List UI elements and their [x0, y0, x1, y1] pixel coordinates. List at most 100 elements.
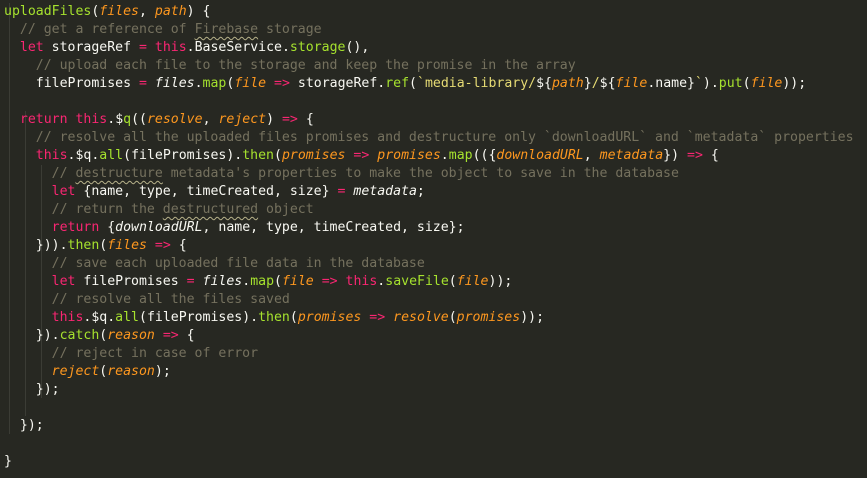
- code-token: {: [702, 148, 719, 163]
- code-token: // return the: [4, 202, 163, 217]
- code-token: })).: [4, 238, 68, 253]
- code-token: this: [154, 40, 187, 55]
- code-token: resolve: [393, 310, 449, 325]
- code-token: all: [115, 310, 139, 325]
- code-editor[interactable]: uploadFiles(files, path) { // get a refe…: [0, 0, 867, 478]
- code-token: files: [99, 4, 139, 19]
- code-token: then: [67, 238, 100, 253]
- code-token: (: [273, 148, 282, 163]
- code-line: reject(reason);: [4, 363, 171, 381]
- code-token: {: [99, 220, 116, 235]
- code-token: metadata: [353, 184, 417, 199]
- code-token: promises: [377, 148, 441, 163]
- code-token: ) {: [186, 4, 211, 19]
- code-token: .: [194, 76, 203, 91]
- code-token: =>: [154, 238, 171, 253]
- code-line: let storageRef = this.BaseService.storag…: [4, 39, 369, 57]
- code-token: {: [297, 112, 314, 127]
- code-line: }).catch(reason => {: [4, 327, 195, 345]
- code-token: return: [19, 112, 68, 127]
- code-token: downloadURL: [115, 220, 203, 235]
- code-line: let filePromises = files.map(file => thi…: [4, 273, 513, 291]
- code-token: (: [742, 76, 751, 91]
- code-token: (: [274, 274, 282, 289]
- code-token: (filePromises).: [123, 148, 243, 163]
- code-token: then: [242, 148, 274, 163]
- code-token: // save each uploaded file data in the d…: [4, 256, 425, 271]
- code-token: .$q.: [83, 310, 116, 325]
- code-token: , name, type, timeCreated, size};: [202, 220, 465, 235]
- code-token: reason: [107, 364, 155, 379]
- code-token: =>: [321, 274, 338, 289]
- code-token: promises: [281, 148, 346, 163]
- code-token: resolve: [146, 112, 203, 127]
- code-token: path: [551, 76, 584, 91]
- code-token: this: [51, 310, 84, 325]
- code-token: storageRef.: [289, 76, 386, 91]
- code-token: (: [409, 76, 417, 91]
- code-line: filePromises = files.map(file => storage…: [4, 75, 806, 93]
- code-token: =>: [369, 310, 386, 325]
- code-line: this.$q.all(filePromises).then(promises …: [4, 309, 544, 327]
- code-token: // get a reference of: [4, 22, 195, 37]
- code-token: ${: [599, 76, 616, 91]
- code-token: files: [154, 76, 195, 91]
- code-token: =>: [281, 112, 298, 127]
- code-line: // upload each file to the storage and k…: [4, 57, 576, 75]
- code-line: // get a reference of Firebase storage: [4, 21, 322, 39]
- code-line: // save each uploaded file data in the d…: [4, 255, 425, 273]
- code-token: .$q.: [67, 148, 100, 163]
- code-token: let: [51, 274, 76, 289]
- code-token: metadata's properties to make the object…: [162, 166, 679, 181]
- code-token: );: [154, 364, 171, 379]
- code-line: // destructure metadata's properties to …: [4, 165, 679, 183]
- code-line: })).then(files => {: [4, 237, 187, 255]
- code-token: .BaseService.: [186, 40, 290, 55]
- code-token: file: [615, 76, 648, 91]
- code-token: ref: [385, 76, 410, 91]
- code-token: promises: [456, 310, 521, 325]
- code-token: (: [448, 274, 457, 289]
- code-token: (filePromises).: [139, 310, 259, 325]
- code-token: all: [99, 148, 124, 163]
- code-token: =>: [274, 76, 290, 91]
- code-token: metadata: [599, 148, 664, 163]
- code-token: reject: [51, 364, 100, 379]
- code-token: this: [35, 148, 68, 163]
- code-token: ).: [702, 76, 719, 91]
- code-token: ((: [131, 112, 147, 127]
- code-token: {: [170, 238, 187, 253]
- code-line: }: [4, 453, 12, 471]
- code-token: catch: [59, 328, 100, 343]
- code-token: ));: [488, 274, 513, 289]
- code-token: .$: [107, 112, 124, 127]
- code-token: // resolve all the uploaded files promis…: [4, 130, 854, 145]
- code-token: }): [663, 148, 687, 163]
- code-token: //: [4, 166, 76, 181]
- code-token: // upload each file to the storage and k…: [4, 58, 576, 73]
- code-line: uploadFiles(files, path) {: [4, 3, 210, 21]
- code-token: let: [51, 184, 76, 199]
- code-token: filePromises: [4, 76, 139, 91]
- code-token: let: [19, 40, 44, 55]
- code-token: ,: [139, 4, 155, 19]
- code-token: ,: [583, 148, 600, 163]
- code-token: downloadURL: [496, 148, 584, 163]
- code-token: files: [202, 274, 243, 289]
- code-token: storage: [289, 40, 346, 55]
- code-token: ));: [520, 310, 545, 325]
- code-token: map: [448, 148, 473, 163]
- code-token: destructure: [75, 166, 163, 181]
